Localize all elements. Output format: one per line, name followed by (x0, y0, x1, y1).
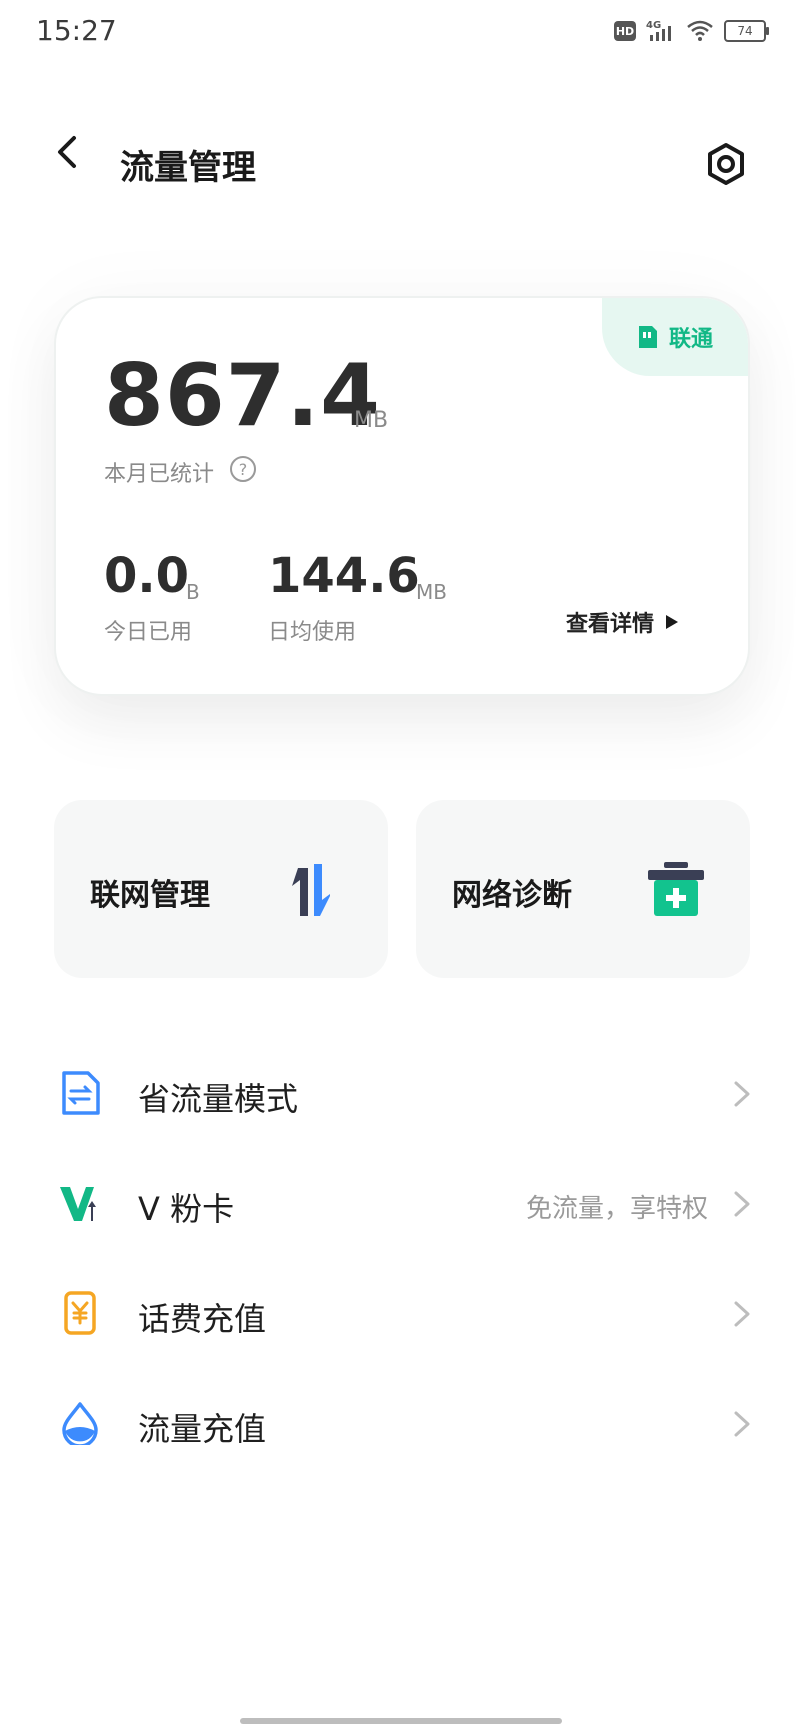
monthly-usage-unit: MB (354, 408, 389, 433)
today-usage-label: 今日已用 (104, 620, 193, 645)
daily-avg-value: 144.6 (268, 548, 420, 604)
play-triangle-icon (666, 615, 679, 629)
network-access-tile[interactable]: 联网管理 (54, 800, 388, 978)
v-card-icon (60, 1187, 96, 1221)
phone-recharge-label: 话费充值 (138, 1300, 267, 1338)
chevron-right-icon (734, 1301, 750, 1327)
back-arrow-icon[interactable] (48, 132, 88, 172)
signal-4g-icon: 4G (646, 20, 671, 41)
carrier-label: 联通 (668, 327, 713, 352)
list-item-data-recharge[interactable]: 流量充值 (0, 1368, 800, 1478)
status-icons: HD 4G 74 (614, 16, 769, 46)
document-swap-icon (62, 1071, 100, 1115)
hd-icon: HD (614, 21, 636, 41)
home-indicator[interactable] (240, 1718, 562, 1724)
help-icon[interactable]: ? (230, 456, 256, 482)
chevron-right-icon (734, 1081, 750, 1107)
save-data-mode-label: 省流量模式 (138, 1080, 299, 1118)
network-diagnosis-label: 网络诊断 (452, 878, 572, 913)
list-item-phone-recharge[interactable]: 话费充值 (0, 1258, 800, 1368)
v-card-label: V 粉卡 (138, 1190, 235, 1228)
updown-arrows-icon (292, 864, 330, 916)
monthly-usage-value: 867.4 (104, 346, 382, 446)
v-card-subtext: 免流量，享特权 (525, 1194, 708, 1224)
network-access-label: 联网管理 (90, 878, 210, 913)
yuan-phone-icon (64, 1291, 96, 1335)
chevron-right-icon (734, 1191, 750, 1217)
daily-avg-label: 日均使用 (268, 620, 357, 645)
wifi-icon (687, 20, 713, 41)
daily-avg-unit: MB (416, 580, 447, 604)
today-usage-unit: B (186, 580, 200, 604)
view-details-link[interactable]: 查看详情 (566, 606, 680, 640)
view-details-label: 查看详情 (566, 606, 655, 640)
status-time: 15:27 (36, 14, 117, 47)
today-usage-value: 0.0 (104, 548, 190, 604)
list-item-v-card[interactable]: V 粉卡 免流量，享特权 (0, 1148, 800, 1258)
water-drop-icon (62, 1402, 98, 1445)
sim-card-icon (638, 326, 657, 348)
battery-icon: 74 (724, 20, 769, 42)
usage-card: 联通 867.4 MB 本月已统计 ? 0.0 B 今日已用 144.6 MB … (54, 296, 750, 696)
list-item-save-data-mode[interactable]: 省流量模式 (0, 1038, 800, 1148)
page-title: 流量管理 (120, 148, 256, 188)
carrier-tag[interactable]: 联通 (602, 298, 748, 376)
settings-hexagon-icon[interactable] (704, 142, 748, 186)
data-recharge-label: 流量充值 (138, 1410, 267, 1448)
network-diagnosis-tile[interactable]: 网络诊断 (416, 800, 750, 978)
first-aid-kit-icon (648, 862, 704, 916)
chevron-right-icon (734, 1411, 750, 1437)
monthly-usage-label: 本月已统计 (104, 462, 215, 487)
svg-text:4G: 4G (646, 20, 661, 31)
